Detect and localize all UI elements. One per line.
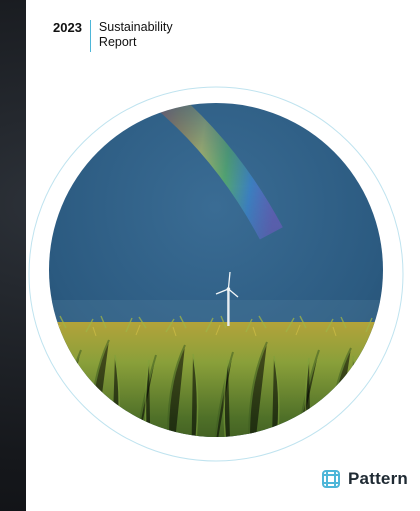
pattern-logo: Pattern — [319, 467, 408, 491]
report-year: 2023 — [53, 20, 82, 35]
pattern-grid-logo-icon — [322, 470, 341, 488]
report-cover: 2023 Sustainability Report Pattern — [26, 0, 420, 511]
header-divider — [89, 20, 91, 52]
cover-photo — [49, 103, 383, 437]
report-title-line1: Sustainability — [98, 20, 173, 34]
cover-photo-circle — [28, 86, 404, 462]
cover-header: 2023 Sustainability Report — [53, 20, 173, 52]
brand-name: Pattern — [348, 469, 408, 488]
report-title-line2: Report — [98, 35, 137, 49]
report-title: Sustainability Report — [99, 20, 173, 50]
